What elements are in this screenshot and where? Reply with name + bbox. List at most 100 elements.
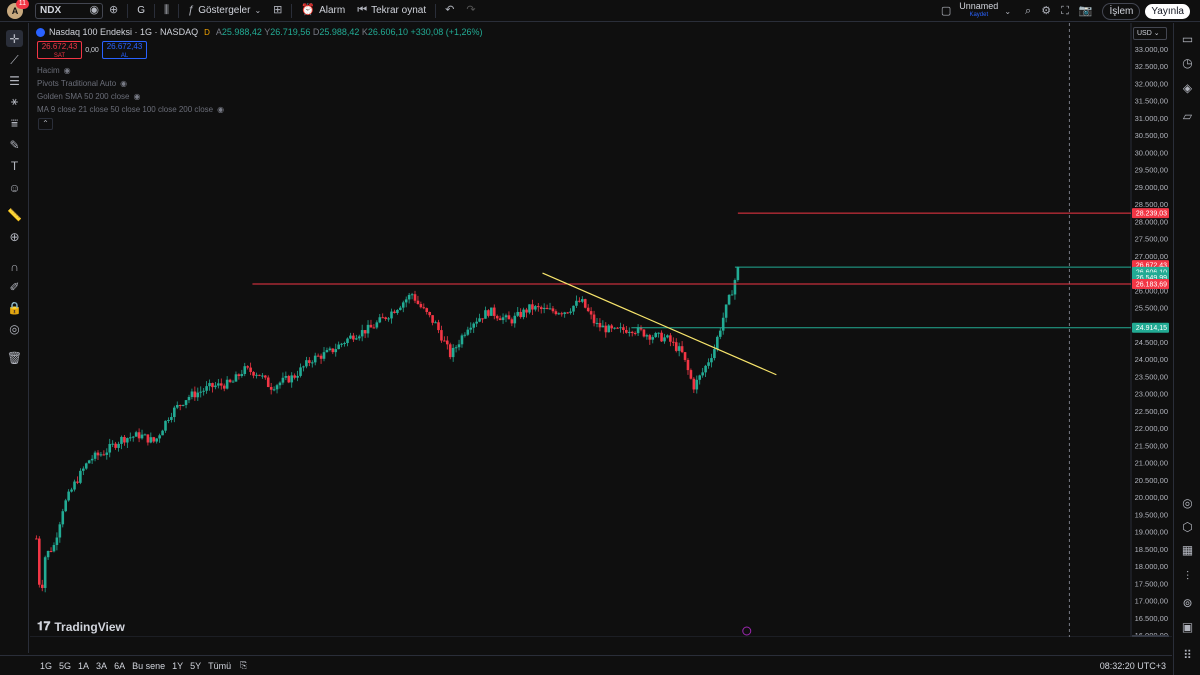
- settings-icon[interactable]: ⚙: [1041, 5, 1051, 17]
- candle-body[interactable]: [522, 309, 525, 318]
- compare-button[interactable]: ⊕: [103, 0, 124, 22]
- candle-body[interactable]: [375, 322, 379, 328]
- candle-body[interactable]: [633, 333, 637, 335]
- candle-body[interactable]: [627, 331, 631, 333]
- candle-body[interactable]: [534, 306, 537, 310]
- candle-body[interactable]: [187, 396, 191, 401]
- candle-body[interactable]: [733, 280, 737, 295]
- candle-body[interactable]: [613, 327, 616, 329]
- candle-body[interactable]: [237, 374, 241, 377]
- candle-body[interactable]: [296, 375, 299, 378]
- help-icon[interactable]: ⊚: [1179, 594, 1196, 611]
- candle-body[interactable]: [466, 329, 470, 335]
- chart-pane[interactable]: 33.000,00 32.500,00 32.000,00 31.500,00 31.0…: [30, 23, 1172, 637]
- candle-body[interactable]: [272, 389, 276, 391]
- candle-body[interactable]: [193, 391, 197, 398]
- candle-body[interactable]: [325, 350, 329, 353]
- candle-body[interactable]: [528, 304, 531, 313]
- candle-body[interactable]: [337, 344, 340, 350]
- sell-button[interactable]: 26.672,43 SAT: [37, 41, 82, 59]
- candle-body[interactable]: [437, 322, 440, 331]
- candle-body[interactable]: [261, 375, 264, 377]
- candle-body[interactable]: [202, 390, 205, 392]
- candle-body[interactable]: [454, 347, 458, 349]
- candle-body[interactable]: [718, 330, 722, 337]
- candle-body[interactable]: [137, 432, 141, 439]
- candle-body[interactable]: [660, 332, 663, 342]
- candle-body[interactable]: [349, 335, 352, 339]
- candle-body[interactable]: [82, 468, 85, 471]
- candle-body[interactable]: [504, 315, 508, 318]
- candle-body[interactable]: [366, 324, 370, 334]
- layout-checkbox-icon[interactable]: ▢: [941, 5, 951, 17]
- candle-body[interactable]: [669, 335, 672, 342]
- candle-body[interactable]: [490, 307, 493, 316]
- candle-body[interactable]: [219, 383, 223, 386]
- candle-body[interactable]: [622, 327, 625, 331]
- indicators-button[interactable]: ƒ Göstergeler ⌄: [182, 0, 267, 22]
- text-icon[interactable]: T: [6, 157, 23, 174]
- candle-body[interactable]: [128, 437, 132, 439]
- timeframe-3a[interactable]: 3A: [96, 661, 107, 671]
- candle-body[interactable]: [266, 377, 270, 388]
- candle-body[interactable]: [222, 385, 226, 389]
- candle-body[interactable]: [657, 332, 660, 334]
- candle-body[interactable]: [443, 340, 446, 342]
- candle-body[interactable]: [677, 346, 681, 351]
- candle-body[interactable]: [355, 338, 358, 340]
- candle-body[interactable]: [572, 305, 575, 312]
- candle-body[interactable]: [440, 330, 443, 341]
- candle-body[interactable]: [616, 327, 619, 329]
- timeframe-1a[interactable]: 1A: [78, 661, 89, 671]
- candle-body[interactable]: [246, 366, 249, 368]
- candle-body[interactable]: [401, 302, 405, 308]
- candle-body[interactable]: [416, 300, 420, 304]
- candle-body[interactable]: [37, 538, 41, 585]
- fullscreen-icon[interactable]: ⛶: [1061, 5, 1069, 17]
- candle-body[interactable]: [363, 330, 367, 334]
- candle-body[interactable]: [422, 307, 426, 309]
- candle-body[interactable]: [117, 443, 120, 448]
- candle-body[interactable]: [736, 267, 740, 281]
- candle-body[interactable]: [114, 443, 117, 448]
- timeframe-1g[interactable]: 1G: [40, 661, 52, 671]
- candle-body[interactable]: [507, 315, 511, 320]
- candle-body[interactable]: [519, 311, 522, 318]
- ideas-icon[interactable]: ⬡: [1179, 518, 1196, 535]
- candle-body[interactable]: [340, 343, 343, 345]
- candle-body[interactable]: [425, 308, 429, 312]
- candle-body[interactable]: [431, 315, 434, 323]
- candle-body[interactable]: [79, 470, 82, 483]
- candle-body[interactable]: [589, 311, 593, 315]
- candle-body[interactable]: [334, 349, 338, 353]
- candle-body[interactable]: [293, 375, 296, 378]
- candle-body[interactable]: [87, 460, 91, 464]
- clock-icon[interactable]: ◷: [1179, 54, 1196, 71]
- trash-icon[interactable]: 🗑: [6, 349, 23, 366]
- indicator-volume[interactable]: Hacim ◉: [37, 66, 71, 75]
- collapse-legend-button[interactable]: ⌃: [38, 118, 53, 130]
- candle-body[interactable]: [680, 346, 684, 353]
- pattern-icon[interactable]: ⚹: [6, 93, 23, 110]
- timeframe-5g[interactable]: 5G: [59, 661, 71, 671]
- candle-body[interactable]: [158, 435, 161, 439]
- candle-body[interactable]: [290, 375, 294, 383]
- candle-body[interactable]: [478, 318, 481, 322]
- candle-body[interactable]: [495, 315, 499, 319]
- candle-body[interactable]: [372, 327, 376, 329]
- candle-body[interactable]: [651, 337, 655, 340]
- candle-body[interactable]: [343, 343, 346, 345]
- candle-body[interactable]: [557, 313, 561, 315]
- candle-body[interactable]: [357, 336, 361, 339]
- candle-body[interactable]: [451, 347, 455, 358]
- candle-body[interactable]: [167, 419, 170, 421]
- candle-body[interactable]: [120, 436, 123, 444]
- candle-body[interactable]: [457, 344, 461, 348]
- fib-icon[interactable]: ⩸: [6, 115, 23, 132]
- candle-body[interactable]: [604, 325, 608, 333]
- trend-line[interactable]: [542, 272, 777, 376]
- zoom-icon[interactable]: ⊕: [6, 228, 23, 245]
- candle-body[interactable]: [352, 335, 355, 340]
- eye-icon[interactable]: ◉: [89, 5, 99, 16]
- candle-body[interactable]: [399, 307, 402, 310]
